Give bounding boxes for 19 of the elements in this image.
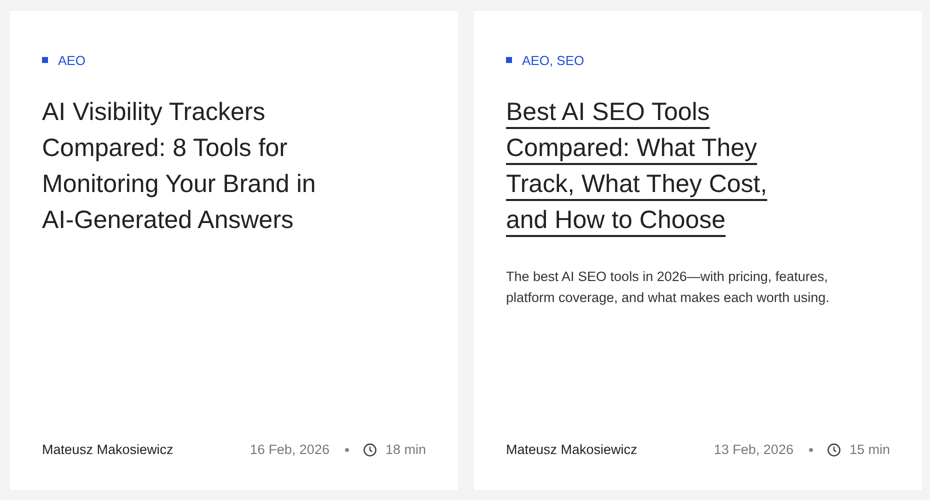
separator-dot-icon	[809, 448, 814, 452]
separator-dot-icon	[345, 448, 350, 452]
author-name: Mateusz Makosiewicz	[506, 442, 638, 457]
article-card[interactable]	[474, 11, 922, 490]
category-tag[interactable]: AEO	[58, 52, 86, 68]
author-name: Mateusz Makosiewicz	[42, 442, 174, 457]
clock-icon	[827, 442, 842, 456]
article-card[interactable]: AEO AI Visibility Trackers Compared: 8 Tools for Monitoring Your Brand in AI-Generated Answers Mateusz Makosiewicz 16 Feb, 2026 18 min	[10, 11, 458, 490]
category-tag[interactable]: AEO, SEO	[522, 52, 584, 68]
article-description: The best AI SEO tools in 2026—with pricing, features, platform coverage, and what makes each worth using.	[506, 268, 830, 307]
clock-icon	[363, 442, 378, 456]
read-time: 15 min	[849, 442, 890, 457]
article-title[interactable]: AI Visibility Trackers Compared: 8 Tools for Monitoring Your Brand in AI-Generated Answers	[42, 94, 342, 238]
publish-date: 16 Feb, 2026	[250, 442, 330, 457]
article-title[interactable]: Best AI SEO Tools Compared: What They Track, What They Cost, and How to Choose	[506, 94, 806, 238]
tag-marker-icon	[42, 57, 48, 63]
publish-date: 13 Feb, 2026	[714, 442, 794, 457]
tag-marker-icon	[506, 57, 512, 63]
read-time: 18 min	[385, 442, 426, 457]
